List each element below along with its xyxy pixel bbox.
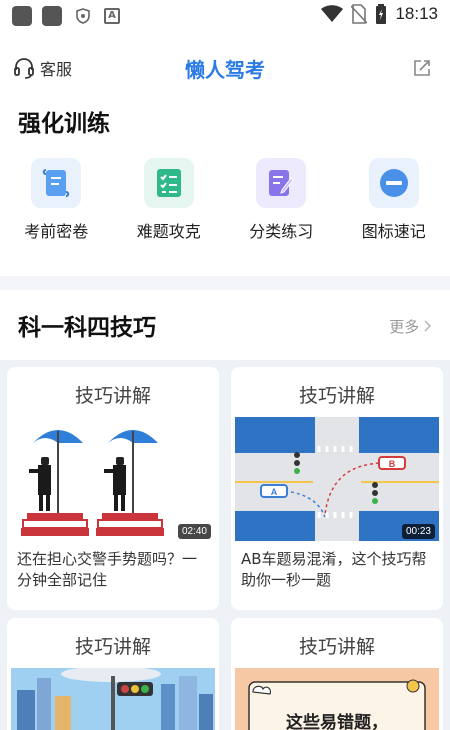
app-notification-icon (12, 6, 32, 26)
skills-section-header: 科一科四技巧 更多 (0, 290, 450, 360)
training-item-exam-paper[interactable]: 考前密卷 (0, 158, 113, 242)
section-title: 科一科四技巧 (18, 315, 156, 341)
training-item-hard-questions[interactable]: 难题攻克 (113, 158, 226, 242)
status-bar: A 18:13 (0, 0, 450, 34)
training-item-sign-memorize[interactable]: 图标速记 (338, 158, 450, 242)
training-item-label: 图标速记 (361, 222, 426, 241)
training-item-label: 考前密卷 (24, 222, 89, 241)
card-description: AB车题易混淆，这个技巧帮助你一秒一题 (241, 550, 427, 589)
card-header: 技巧讲解 (74, 636, 151, 658)
edit-note-icon (256, 158, 307, 208)
card-header: 技巧讲解 (74, 385, 151, 407)
checklist-icon (143, 158, 194, 208)
intersection-diagram-thumbnail: A B 00:23 (235, 417, 439, 541)
a-icon: A (104, 8, 120, 24)
no-sim-icon (351, 4, 368, 24)
wifi-icon (321, 5, 344, 22)
chevron-right-icon (424, 320, 432, 332)
status-time: 18:13 (395, 4, 438, 23)
traffic-police-thumbnail: 02:40 (11, 417, 215, 541)
video-duration: 02:40 (177, 524, 211, 539)
minus-circle-icon (368, 158, 419, 208)
training-item-label: 难题攻克 (136, 222, 201, 241)
car-a-label: A (271, 487, 278, 497)
error-prone-poster-thumbnail: 这些易错题， (235, 668, 439, 730)
battery-icon (376, 4, 387, 24)
card-header: 技巧讲解 (298, 636, 375, 658)
share-icon[interactable] (412, 58, 432, 78)
scroll-icon (31, 158, 82, 208)
video-card[interactable]: 技巧讲解 (7, 618, 219, 730)
city-traffic-light-thumbnail (11, 668, 215, 730)
video-card[interactable]: 技巧讲解 这些易错题， (231, 618, 443, 730)
training-item-category-practice[interactable]: 分类练习 (225, 158, 338, 242)
intensive-training-section: 强化训练 考前密卷 难题攻克 分类练习 图标速记 (0, 98, 450, 276)
app-notification-icon (42, 6, 62, 26)
section-title: 强化训练 (18, 111, 110, 137)
video-card[interactable]: 技巧讲解 A B 00:23 AB车题易混淆，这个技巧帮助你一秒一题 (231, 367, 443, 610)
video-card[interactable]: 技巧讲解 (7, 367, 219, 610)
skills-card-grid: 技巧讲解 02:40 还在担心交警手势题吗？一分钟全部记住 技巧讲解 A B 0… (0, 360, 450, 730)
app-header: 客服 懒人驾考 (0, 34, 450, 98)
more-link[interactable]: 更多 (389, 316, 432, 337)
shield-icon (76, 8, 90, 24)
video-duration: 00:23 (401, 524, 435, 539)
card-description: 还在担心交警手势题吗？一分钟全部记住 (17, 550, 198, 589)
poster-text: 这些易错题， (286, 713, 388, 730)
training-item-label: 分类练习 (249, 222, 314, 241)
app-title: 懒人驾考 (185, 58, 265, 82)
more-label: 更多 (389, 318, 420, 336)
car-b-label: B (389, 459, 396, 469)
card-header: 技巧讲解 (298, 385, 375, 407)
